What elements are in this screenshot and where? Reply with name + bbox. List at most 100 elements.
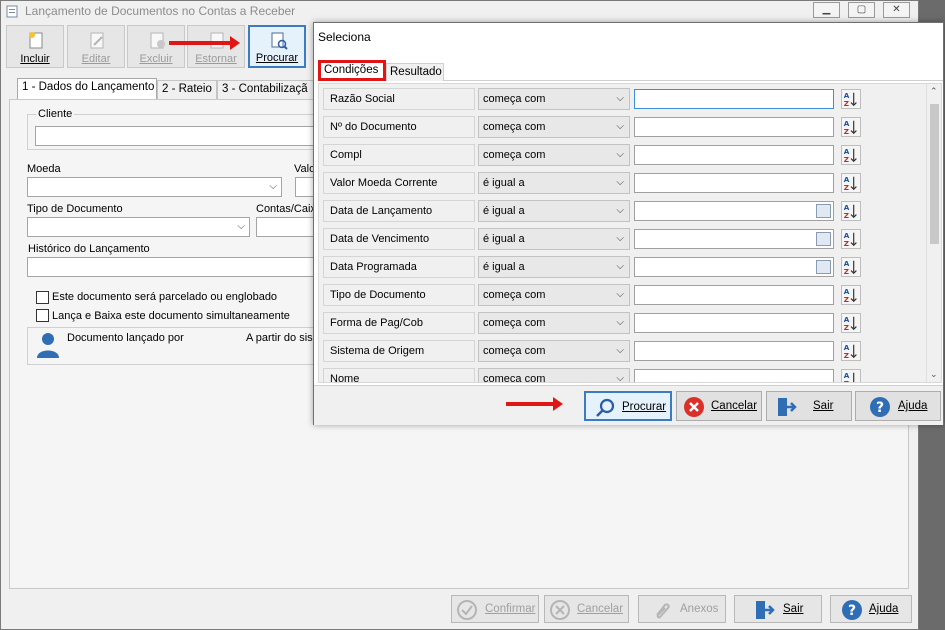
condition-value-input[interactable]: [634, 229, 834, 249]
sort-az-button[interactable]: AZ: [841, 145, 861, 165]
contas-caixa-label: Contas/Caix: [256, 203, 316, 215]
historico-input[interactable]: [27, 257, 327, 277]
conditions-scrollbar[interactable]: ⌃ ⌄: [926, 84, 941, 382]
cancel-circle-icon: [684, 397, 704, 417]
minimize-button[interactable]: ▁: [813, 2, 840, 18]
confirmar-label: Confirmar: [485, 603, 536, 615]
condition-value-input[interactable]: [634, 117, 834, 137]
scroll-down-icon[interactable]: ⌄: [930, 369, 938, 380]
editar-button[interactable]: Editar: [67, 25, 125, 68]
excluir-label: Excluir: [139, 53, 173, 65]
procurar-button[interactable]: Procurar: [584, 391, 672, 421]
tab-contabilizacao[interactable]: 3 - Contabilizaçã: [217, 80, 317, 100]
cancelar-main-label: Cancelar: [577, 603, 624, 615]
tipo-documento-select[interactable]: ⌵: [27, 217, 250, 237]
condition-value-input[interactable]: [634, 257, 834, 277]
condition-value-input[interactable]: [634, 89, 834, 109]
ajuda-main-label: Ajuda: [869, 603, 899, 615]
condition-operator-select[interactable]: é igual a ⌵: [478, 228, 630, 250]
sort-az-button[interactable]: AZ: [841, 201, 861, 221]
excluir-button[interactable]: Excluir: [127, 25, 185, 68]
sort-az-button[interactable]: AZ: [841, 313, 861, 333]
condition-row: Sistema de Origem começa com ⌵ A Z: [323, 338, 926, 364]
svg-text:Z: Z: [844, 295, 849, 304]
chevron-down-icon: ⌵: [616, 93, 624, 104]
ajuda-dialog-button[interactable]: ? Ajuda: [855, 391, 941, 421]
lanca-baixa-checkbox[interactable]: [36, 309, 49, 322]
condition-operator-select[interactable]: é igual a ⌵: [478, 172, 630, 194]
sort-az-icon: AZ: [844, 287, 857, 304]
condition-row: Valor Moeda Corrente é igual a ⌵ A Z: [323, 170, 926, 196]
svg-text:Z: Z: [844, 267, 849, 276]
sort-az-button[interactable]: AZ: [841, 173, 861, 193]
condition-value-input[interactable]: [634, 341, 834, 361]
cliente-input[interactable]: [35, 126, 325, 146]
sort-az-icon: AZ: [844, 91, 857, 108]
condition-operator-select[interactable]: começa com ⌵: [478, 340, 630, 362]
anexos-button[interactable]: Anexos: [638, 595, 726, 623]
condition-field-name: Nº do Documento: [323, 116, 475, 138]
calendar-icon[interactable]: [816, 260, 831, 274]
condition-value-input[interactable]: [634, 201, 834, 221]
condition-operator-value: é igual a: [483, 261, 525, 273]
condition-value-input[interactable]: [634, 313, 834, 333]
condition-operator-value: começa com: [483, 149, 546, 161]
close-button[interactable]: ✕: [883, 2, 910, 18]
confirmar-button[interactable]: Confirmar: [451, 595, 539, 623]
chevron-down-icon: ⌵: [269, 181, 277, 192]
condition-operator-select[interactable]: começa com ⌵: [478, 88, 630, 110]
tab-condicoes[interactable]: Condições: [318, 60, 386, 81]
condition-value-input[interactable]: [634, 369, 834, 382]
condition-value-input[interactable]: [634, 285, 834, 305]
ajuda-main-button[interactable]: ? Ajuda: [830, 595, 912, 623]
sort-az-button[interactable]: AZ: [841, 341, 861, 361]
condition-operator-select[interactable]: começa com ⌵: [478, 312, 630, 334]
sair-main-button[interactable]: Sair: [734, 595, 822, 623]
incluir-button[interactable]: Incluir: [6, 25, 64, 68]
scrollbar-thumb[interactable]: [930, 104, 939, 244]
sort-az-button[interactable]: AZ: [841, 229, 861, 249]
dialog-footer: Procurar Cancelar Sair ? Ajuda: [314, 385, 943, 425]
condition-operator-select[interactable]: é igual a ⌵: [478, 256, 630, 278]
condition-operator-select[interactable]: é igual a ⌵: [478, 200, 630, 222]
condition-operator-select[interactable]: começa com ⌵: [478, 368, 630, 382]
condition-row: Razão Social começa com ⌵ A Z: [323, 86, 926, 112]
procurar-toolbar-button[interactable]: Procurar: [248, 25, 306, 68]
scroll-up-icon[interactable]: ⌃: [930, 86, 938, 97]
moeda-select[interactable]: ⌵: [27, 177, 282, 197]
dialog-tabs: Condições Resultado: [318, 59, 943, 81]
conditions-grid: Razão Social começa com ⌵ A Z Nº do Documento…: [318, 83, 942, 383]
condition-operator-select[interactable]: começa com ⌵: [478, 116, 630, 138]
condition-value-input[interactable]: [634, 173, 834, 193]
paperclip-icon: [656, 603, 670, 619]
check-circle-icon: [457, 600, 477, 620]
new-document-icon: [29, 32, 43, 49]
tab-dados-lancamento[interactable]: 1 - Dados do Lançamento: [17, 78, 157, 100]
sort-az-button[interactable]: AZ: [841, 285, 861, 305]
sort-az-icon: AZ: [844, 119, 857, 136]
maximize-button[interactable]: ▢: [848, 2, 875, 18]
tab-resultado[interactable]: Resultado: [386, 63, 444, 81]
cancelar-dialog-button[interactable]: Cancelar: [676, 391, 762, 421]
sort-az-button[interactable]: AZ: [841, 89, 861, 109]
condition-operator-value: começa com: [483, 317, 546, 329]
condition-row: Data de Vencimento é igual a ⌵ A Z: [323, 226, 926, 252]
sort-az-button[interactable]: AZ: [841, 369, 861, 382]
calendar-icon[interactable]: [816, 232, 831, 246]
chevron-down-icon: ⌵: [237, 221, 245, 232]
condition-operator-value: é igual a: [483, 205, 525, 217]
svg-text:Z: Z: [844, 127, 849, 136]
sort-az-button[interactable]: AZ: [841, 117, 861, 137]
condition-value-input[interactable]: [634, 145, 834, 165]
condition-operator-select[interactable]: começa com ⌵: [478, 144, 630, 166]
parcelado-checkbox[interactable]: [36, 291, 49, 304]
cancelar-main-button[interactable]: Cancelar: [544, 595, 629, 623]
condition-row: Nº do Documento começa com ⌵ A Z: [323, 114, 926, 140]
condition-operator-value: é igual a: [483, 177, 525, 189]
sair-dialog-button[interactable]: Sair: [766, 391, 852, 421]
chevron-down-icon: ⌵: [616, 345, 624, 356]
sort-az-button[interactable]: AZ: [841, 257, 861, 277]
condition-operator-select[interactable]: começa com ⌵: [478, 284, 630, 306]
tab-rateio[interactable]: 2 - Rateio: [157, 80, 217, 100]
calendar-icon[interactable]: [816, 204, 831, 218]
